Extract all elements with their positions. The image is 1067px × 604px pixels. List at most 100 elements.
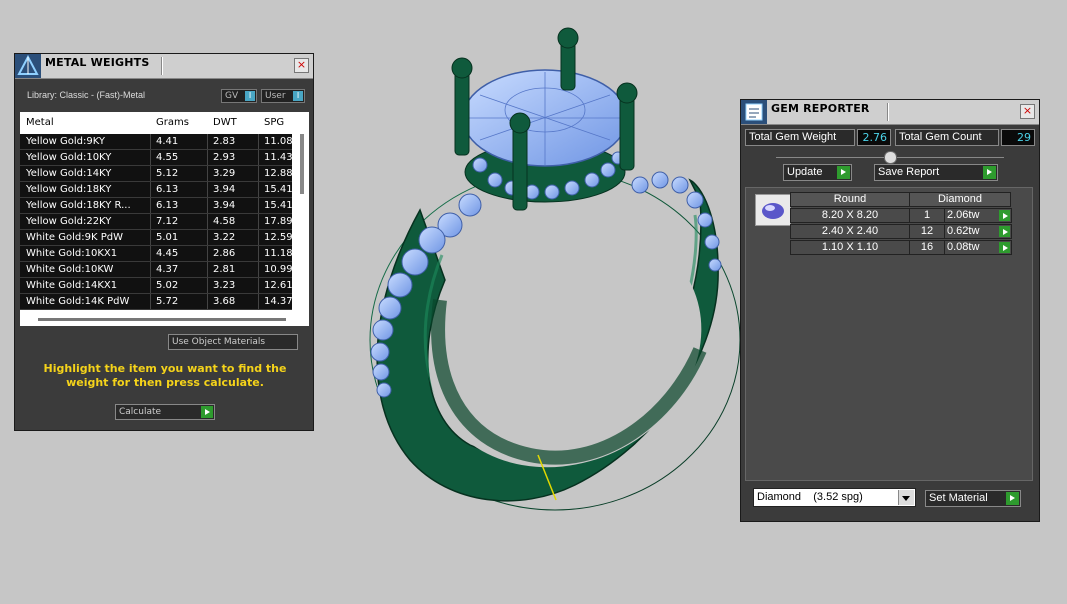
- gem-count-text: 1: [923, 209, 931, 221]
- cell-metal: White Gold:9K PdW: [26, 232, 123, 243]
- gem-count-text: 16: [920, 241, 934, 253]
- play-arrow-icon[interactable]: [999, 210, 1010, 221]
- cell-metal: Yellow Gold:10KY: [26, 152, 112, 163]
- table-row[interactable]: Yellow Gold:9KY 4.41 2.83 11.08: [20, 134, 292, 150]
- gem-size-text: 2.40 X 2.40: [821, 225, 879, 237]
- column-separator: [150, 278, 151, 293]
- cell-grams: 5.02: [156, 280, 179, 291]
- table-row[interactable]: Yellow Gold:14KY 5.12 3.29 12.88: [20, 166, 292, 182]
- gem-count: 16: [909, 240, 945, 255]
- gem-reporter-app-icon: [741, 100, 767, 124]
- cell-metal: Yellow Gold:22KY: [26, 216, 112, 227]
- cell-dwt: 3.22: [213, 232, 236, 243]
- column-separator: [258, 134, 259, 149]
- table-row[interactable]: Yellow Gold:18KY R... 6.13 3.94 15.41: [20, 198, 292, 214]
- column-separator: [258, 214, 259, 229]
- play-arrow-icon: [983, 166, 996, 179]
- cell-metal: Yellow Gold:9KY: [26, 136, 105, 147]
- cell-metal: White Gold:10KW: [26, 264, 114, 275]
- column-header-grams[interactable]: Grams: [156, 117, 189, 128]
- table-row[interactable]: White Gold:10KX1 4.45 2.86 11.18: [20, 246, 292, 262]
- column-separator: [207, 166, 208, 181]
- play-arrow-icon[interactable]: [999, 242, 1010, 253]
- cell-spg: 15.41: [264, 184, 292, 195]
- table-row[interactable]: White Gold:14K PdW 5.72 3.68 14.37: [20, 294, 292, 310]
- column-separator: [258, 246, 259, 261]
- calculate-button[interactable]: Calculate: [115, 404, 215, 420]
- column-separator: [150, 198, 151, 213]
- column-separator: [258, 278, 259, 293]
- column-header-metal[interactable]: Metal: [26, 117, 54, 128]
- gem-reporter-titlebar[interactable]: GEM REPORTER ×: [741, 100, 1039, 125]
- cell-dwt: 3.94: [213, 184, 236, 195]
- material-select[interactable]: Diamond (3.52 spg): [753, 488, 916, 507]
- gem-size: 1.10 X 1.10: [790, 240, 910, 255]
- user-toggle[interactable]: User I: [261, 89, 305, 103]
- cell-grams: 7.12: [156, 216, 179, 227]
- metal-weights-app-icon: [15, 54, 41, 78]
- save-report-button[interactable]: Save Report: [874, 164, 998, 181]
- table-row[interactable]: White Gold:9K PdW 5.01 3.22 12.59: [20, 230, 292, 246]
- cell-spg: 12.59: [264, 232, 292, 243]
- material-select-value: Diamond (3.52 spg): [757, 491, 863, 503]
- total-gem-weight-label: Total Gem Weight: [745, 129, 855, 146]
- cell-grams: 6.13: [156, 200, 179, 211]
- gem-weight: 0.08tw: [944, 240, 1012, 255]
- close-icon[interactable]: ×: [294, 58, 309, 73]
- table-row[interactable]: Yellow Gold:18KY 6.13 3.94 15.41: [20, 182, 292, 198]
- cell-grams: 5.01: [156, 232, 179, 243]
- cell-spg: 11.43: [264, 152, 292, 163]
- cell-grams: 4.45: [156, 248, 179, 259]
- cell-dwt: 3.29: [213, 168, 236, 179]
- gv-toggle[interactable]: GV I: [221, 89, 257, 103]
- metal-weights-titlebar[interactable]: METAL WEIGHTS ×: [15, 54, 313, 79]
- table-row[interactable]: White Gold:14KX1 5.02 3.23 12.61: [20, 278, 292, 294]
- cell-metal: White Gold:14K PdW: [26, 296, 130, 307]
- calculate-label: Calculate: [119, 407, 162, 417]
- gem-weight-text: 0.08tw: [947, 241, 980, 253]
- column-separator: [207, 278, 208, 293]
- gem-count: 1: [909, 208, 945, 223]
- cell-dwt: 2.81: [213, 264, 236, 275]
- play-arrow-icon[interactable]: [999, 226, 1010, 237]
- cell-dwt: 2.83: [213, 136, 236, 147]
- vertical-scrollbar[interactable]: [300, 134, 304, 194]
- cell-spg: 12.88: [264, 168, 292, 179]
- column-separator: [258, 166, 259, 181]
- cell-grams: 4.55: [156, 152, 179, 163]
- use-object-materials-label: Use Object Materials: [172, 337, 266, 347]
- column-separator: [207, 150, 208, 165]
- column-header-dwt[interactable]: DWT: [213, 117, 237, 128]
- cell-metal: Yellow Gold:18KY: [26, 184, 112, 195]
- table-row[interactable]: Yellow Gold:10KY 4.55 2.93 11.43: [20, 150, 292, 166]
- gem-reporter-title: GEM REPORTER: [771, 102, 870, 115]
- gem-size-text: 1.10 X 1.10: [821, 241, 879, 253]
- column-separator: [150, 182, 151, 197]
- table-row[interactable]: Yellow Gold:22KY 7.12 4.58 17.89: [20, 214, 292, 230]
- metal-table: Metal Grams DWT SPG Yellow Gold:9KY 4.41 2…: [20, 112, 309, 326]
- cell-grams: 6.13: [156, 184, 179, 195]
- column-separator: [258, 198, 259, 213]
- cell-dwt: 2.93: [213, 152, 236, 163]
- column-separator: [207, 214, 208, 229]
- set-material-button[interactable]: Set Material: [925, 490, 1021, 507]
- gem-count-text: 12: [920, 225, 934, 237]
- cell-spg: 12.61: [264, 280, 292, 291]
- gem-weight-text: 0.62tw: [947, 225, 980, 237]
- cell-dwt: 3.23: [213, 280, 236, 291]
- chevron-down-icon[interactable]: [898, 490, 914, 505]
- update-button[interactable]: Update: [783, 164, 852, 181]
- close-icon[interactable]: ×: [1020, 104, 1035, 119]
- set-material-label: Set Material: [929, 492, 988, 504]
- use-object-materials-button[interactable]: Use Object Materials: [168, 334, 298, 350]
- horizontal-scrollbar[interactable]: [38, 318, 286, 321]
- cell-grams: 4.41: [156, 136, 179, 147]
- column-header-spg[interactable]: SPG: [264, 117, 284, 128]
- toggle-icon: I: [245, 91, 255, 101]
- table-row[interactable]: White Gold:10KW 4.37 2.81 10.99: [20, 262, 292, 278]
- column-separator: [150, 166, 151, 181]
- library-label: Library: Classic - (Fast)-Metal: [27, 90, 146, 100]
- collapse-knob[interactable]: [884, 151, 897, 164]
- column-separator: [258, 294, 259, 309]
- cell-spg: 15.41: [264, 200, 292, 211]
